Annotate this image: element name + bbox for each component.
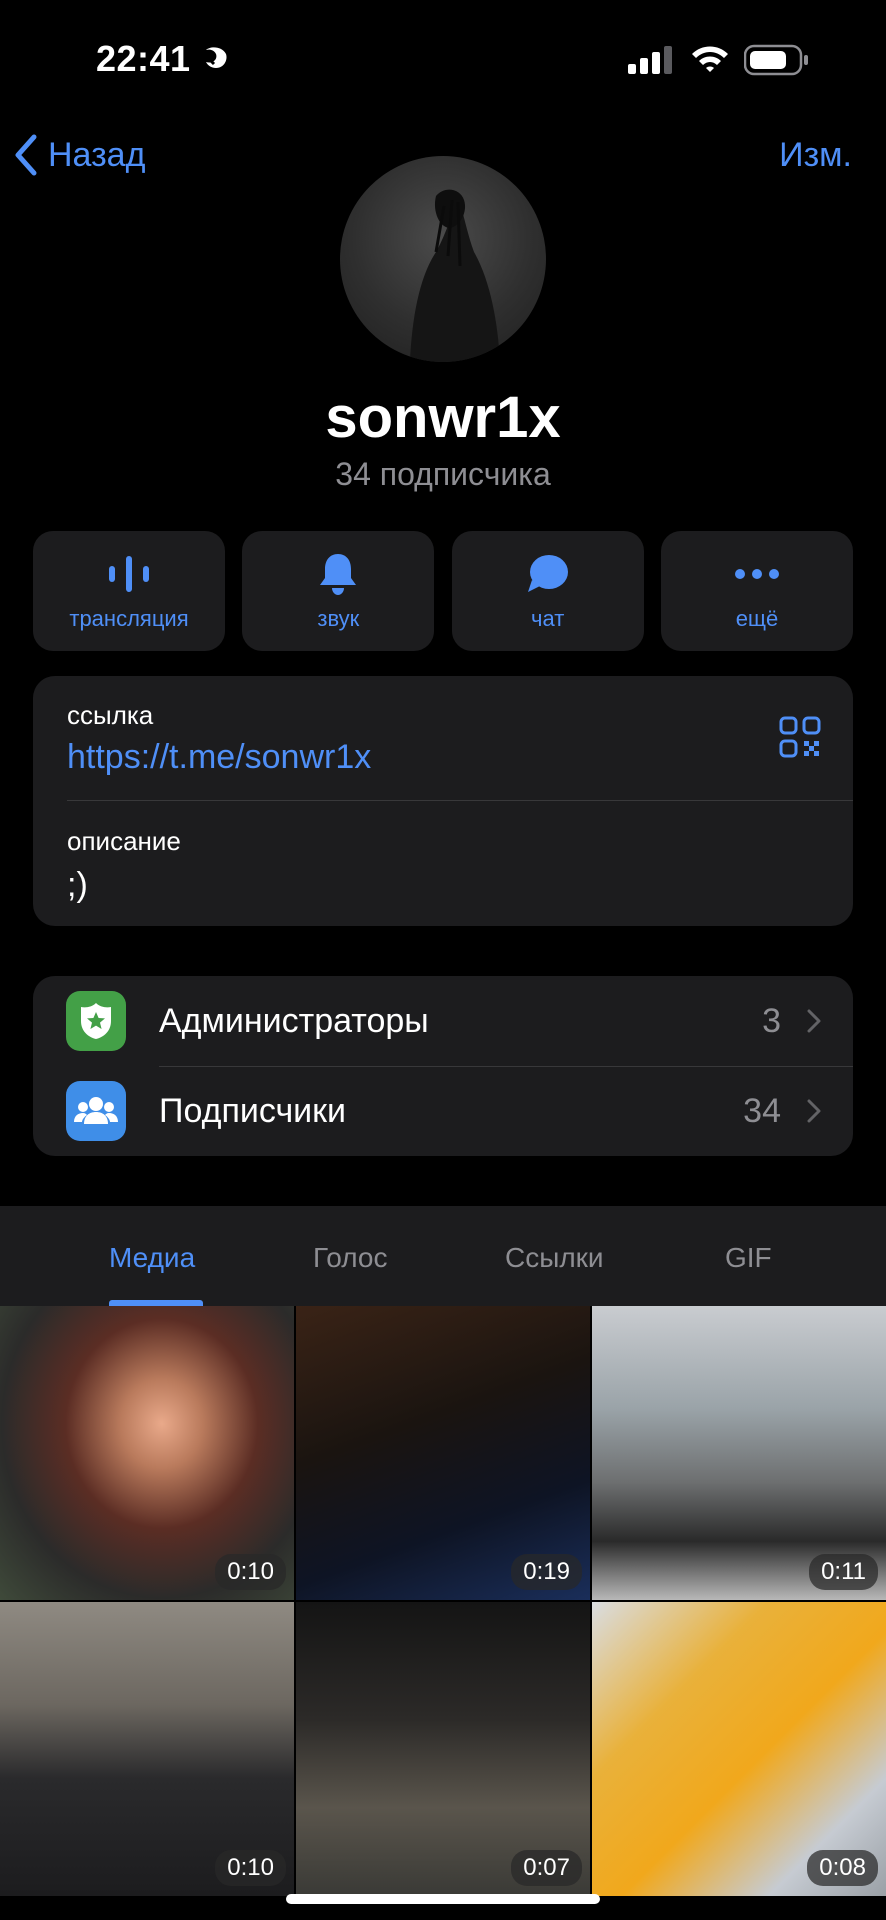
chevron-right-icon [807, 1099, 821, 1123]
broadcast-button[interactable]: трансляция [33, 531, 225, 651]
back-button[interactable]: Назад [14, 134, 145, 176]
video-duration: 0:08 [807, 1850, 878, 1886]
chevron-right-icon [807, 1009, 821, 1033]
sound-label: звук [317, 606, 360, 631]
media-thumbnail[interactable]: 0:19 [296, 1306, 590, 1600]
channel-link[interactable]: https://t.me/sonwr1x [67, 738, 371, 777]
more-label: ещё [735, 606, 779, 631]
status-bar: 22:41 [0, 0, 886, 120]
more-dots-icon [734, 550, 779, 598]
bell-icon [318, 550, 358, 598]
description-label: описание [67, 826, 181, 856]
chat-button[interactable]: чат [451, 531, 644, 651]
moon-icon [200, 44, 232, 77]
tab-links[interactable]: Ссылки [505, 1242, 604, 1274]
list-item-label: Администраторы [159, 1001, 429, 1040]
broadcast-icon [107, 550, 151, 598]
list-item-administrators[interactable]: Администраторы 3 [33, 976, 853, 1066]
action-buttons: трансляция звук чат ещё [33, 531, 853, 651]
divider [67, 800, 853, 801]
battery-icon [743, 44, 810, 81]
media-thumbnail[interactable]: 0:10 [0, 1602, 294, 1896]
video-duration: 0:10 [215, 1554, 286, 1590]
sound-button[interactable]: звук [242, 531, 435, 651]
tab-media[interactable]: Медиа [109, 1242, 195, 1274]
list-item-label: Подписчики [159, 1091, 347, 1130]
avatar[interactable] [340, 156, 546, 362]
status-time: 22:41 [96, 38, 191, 79]
video-duration: 0:11 [809, 1554, 878, 1590]
channel-name: sonwr1x [325, 385, 561, 450]
video-duration: 0:07 [511, 1850, 582, 1886]
info-card: ссылка https://t.me/sonwr1x описание ;) [33, 676, 853, 926]
more-button[interactable]: ещё [660, 531, 853, 651]
list-item-count: 34 [743, 1091, 781, 1130]
qr-code-icon[interactable] [779, 716, 821, 763]
video-duration: 0:10 [215, 1850, 286, 1886]
chat-bubble-icon [526, 550, 570, 598]
media-grid: 0:10 0:19 0:11 0:10 0:07 0:08 [0, 1306, 886, 1920]
subscriber-count: 34 подписчика [335, 456, 551, 492]
description-value: ;) [67, 866, 88, 904]
link-label: ссылка [67, 700, 154, 730]
video-duration: 0:19 [511, 1554, 582, 1590]
chevron-left-icon [15, 134, 37, 176]
people-icon [66, 1081, 126, 1141]
list-item-subscribers[interactable]: Подписчики 34 [33, 1066, 853, 1156]
shield-badge-icon [66, 991, 126, 1051]
tab-gif[interactable]: GIF [725, 1242, 772, 1274]
chat-label: чат [531, 606, 565, 631]
broadcast-label: трансляция [69, 606, 189, 631]
media-tabs: Медиа Голос Ссылки GIF [0, 1206, 886, 1306]
media-thumbnail[interactable]: 0:07 [296, 1602, 590, 1896]
list-item-count: 3 [762, 1001, 781, 1040]
members-card: Администраторы 3 Подписчики 34 [33, 976, 853, 1156]
signal-icon [628, 46, 674, 79]
home-indicator[interactable] [286, 1894, 600, 1904]
wifi-icon [690, 44, 730, 79]
media-thumbnail[interactable]: 0:08 [592, 1602, 886, 1896]
media-thumbnail[interactable]: 0:11 [592, 1306, 886, 1600]
media-thumbnail[interactable]: 0:10 [0, 1306, 294, 1600]
back-label: Назад [48, 135, 146, 174]
edit-button[interactable]: Изм. [779, 136, 852, 175]
tab-voice[interactable]: Голос [313, 1242, 387, 1274]
